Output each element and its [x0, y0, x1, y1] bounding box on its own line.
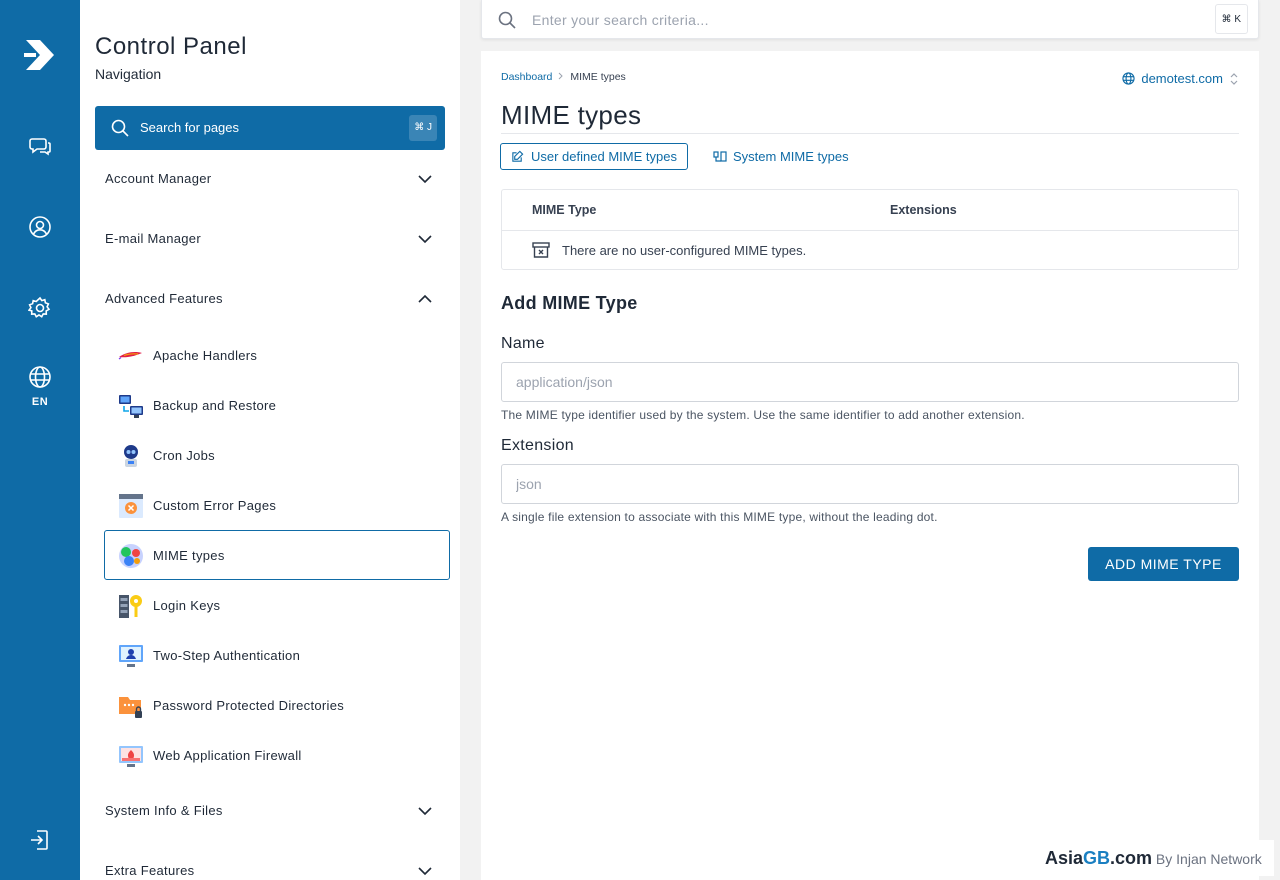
user-icon[interactable]	[28, 215, 52, 239]
name-help-text: The MIME type identifier used by the sys…	[501, 408, 1025, 422]
column-header-mime-type[interactable]: MIME Type	[532, 203, 596, 217]
chevron-right-icon	[559, 72, 564, 80]
main-content: Dashboard MIME types demotest.com MIME ty…	[481, 51, 1259, 880]
extension-help-text: A single file extension to associate wit…	[501, 510, 938, 524]
gear-icon[interactable]	[28, 296, 52, 320]
chevron-down-icon	[418, 867, 432, 876]
section-label: System Info & Files	[105, 803, 223, 818]
section-system-info-files[interactable]: System Info & Files	[95, 797, 445, 827]
archive-empty-icon	[532, 242, 550, 258]
brand-tagline: By Injan Network	[1152, 851, 1262, 867]
search-icon	[498, 11, 516, 29]
sidebar-item-custom-error-pages[interactable]: Custom Error Pages	[104, 480, 450, 530]
tab-label: System MIME types	[733, 149, 849, 164]
mime-icon	[119, 544, 143, 568]
globe-icon[interactable]	[28, 365, 52, 389]
extension-field[interactable]	[501, 464, 1239, 504]
page-search-shortcut: ⌘ J	[409, 115, 437, 141]
logout-icon[interactable]	[28, 828, 52, 852]
section-email-manager[interactable]: E-mail Manager	[95, 225, 445, 255]
sidebar-item-label: Web Application Firewall	[153, 748, 302, 763]
domain-selector[interactable]: demotest.com	[1122, 71, 1239, 86]
domain-name: demotest.com	[1141, 71, 1223, 86]
chevron-down-icon	[418, 235, 432, 244]
add-mime-type-button[interactable]: ADD MIME TYPE	[1088, 547, 1239, 581]
sidebar-item-password-protected-directories[interactable]: Password Protected Directories	[104, 680, 450, 730]
two-step-icon	[119, 645, 143, 667]
error-page-icon	[119, 494, 143, 518]
chat-icon[interactable]	[28, 134, 52, 158]
global-search-bar[interactable]: Enter your search criteria... ⌘ K	[481, 0, 1259, 39]
column-header-extensions[interactable]: Extensions	[890, 203, 957, 217]
mime-types-table: MIME Type Extensions There are no user-c…	[501, 189, 1239, 270]
page-search-label: Search for pages	[140, 120, 240, 135]
sidebar-item-label: MIME types	[153, 548, 225, 563]
key-icon	[119, 595, 142, 618]
empty-state-text: There are no user-configured MIME types.	[562, 243, 807, 258]
robot-icon	[124, 445, 138, 467]
section-advanced-features[interactable]: Advanced Features	[95, 285, 445, 315]
sidebar-subtitle: Navigation	[95, 66, 162, 82]
table-divider	[502, 230, 1238, 231]
cpanel-logo-icon[interactable]	[22, 36, 58, 74]
tab-user-defined-mime-types[interactable]: User defined MIME types	[500, 143, 688, 170]
sidebar-item-label: Backup and Restore	[153, 398, 277, 413]
up-down-chevron-icon	[1230, 73, 1238, 85]
extension-label: Extension	[501, 437, 574, 454]
sidebar-item-apache-handlers[interactable]: Apache Handlers	[104, 330, 450, 380]
sidebar-item-label: Login Keys	[153, 598, 221, 613]
icon-rail: EN	[0, 0, 80, 880]
system-icon	[713, 151, 727, 162]
edit-icon	[512, 150, 524, 162]
breadcrumb: Dashboard MIME types	[501, 71, 626, 83]
brand-watermark: AsiaGB.com By Injan Network	[1040, 840, 1274, 876]
language-label[interactable]: EN	[0, 396, 80, 408]
breadcrumb-dashboard-link[interactable]: Dashboard	[501, 71, 552, 83]
sidebar-item-two-step-authentication[interactable]: Two-Step Authentication	[104, 630, 450, 680]
global-search-placeholder[interactable]: Enter your search criteria...	[532, 12, 709, 28]
sidebar-item-label: Custom Error Pages	[153, 498, 277, 513]
section-extra-features[interactable]: Extra Features	[95, 857, 445, 880]
section-label: Advanced Features	[105, 291, 223, 306]
tab-label: User defined MIME types	[531, 149, 677, 164]
title-divider	[501, 133, 1239, 134]
sidebar-item-backup-and-restore[interactable]: Backup and Restore	[104, 380, 450, 430]
page-title: MIME types	[501, 100, 642, 130]
section-label: Account Manager	[105, 171, 212, 186]
name-field[interactable]	[501, 362, 1239, 402]
sidebar-item-label: Two-Step Authentication	[153, 648, 301, 663]
chevron-up-icon	[418, 294, 432, 303]
locked-folder-icon	[119, 697, 142, 718]
sidebar-item-label: Cron Jobs	[153, 448, 215, 463]
section-label: Extra Features	[105, 863, 195, 878]
sidebar-item-mime-types[interactable]: MIME types	[104, 530, 450, 580]
brand-part-1: Asia	[1045, 848, 1084, 868]
tab-system-mime-types[interactable]: System MIME types	[713, 143, 849, 170]
sidebar: Control Panel Navigation Search for page…	[80, 0, 460, 880]
section-label: E-mail Manager	[105, 231, 201, 246]
breadcrumb-current: MIME types	[570, 71, 626, 83]
brand-part-3: .com	[1110, 848, 1153, 868]
sidebar-item-web-application-firewall[interactable]: Web Application Firewall	[104, 730, 450, 780]
brand-part-2: GB	[1083, 848, 1111, 868]
global-search-shortcut: ⌘ K	[1214, 4, 1248, 34]
chevron-down-icon	[418, 807, 432, 816]
backup-icon	[119, 395, 143, 418]
search-icon	[111, 119, 129, 137]
feather-icon	[118, 352, 142, 360]
globe-icon	[1122, 72, 1135, 85]
sidebar-item-label: Password Protected Directories	[153, 698, 345, 713]
section-account-manager[interactable]: Account Manager	[95, 165, 445, 195]
firewall-icon	[119, 746, 143, 767]
sidebar-item-login-keys[interactable]: Login Keys	[104, 580, 450, 630]
add-mime-type-heading: Add MIME Type	[501, 293, 638, 313]
chevron-down-icon	[418, 175, 432, 184]
sidebar-item-label: Apache Handlers	[153, 348, 258, 363]
sidebar-item-cron-jobs[interactable]: Cron Jobs	[104, 430, 450, 480]
name-label: Name	[501, 335, 545, 352]
sidebar-title: Control Panel	[95, 33, 247, 60]
page-search-button[interactable]: Search for pages ⌘ J	[95, 106, 445, 150]
